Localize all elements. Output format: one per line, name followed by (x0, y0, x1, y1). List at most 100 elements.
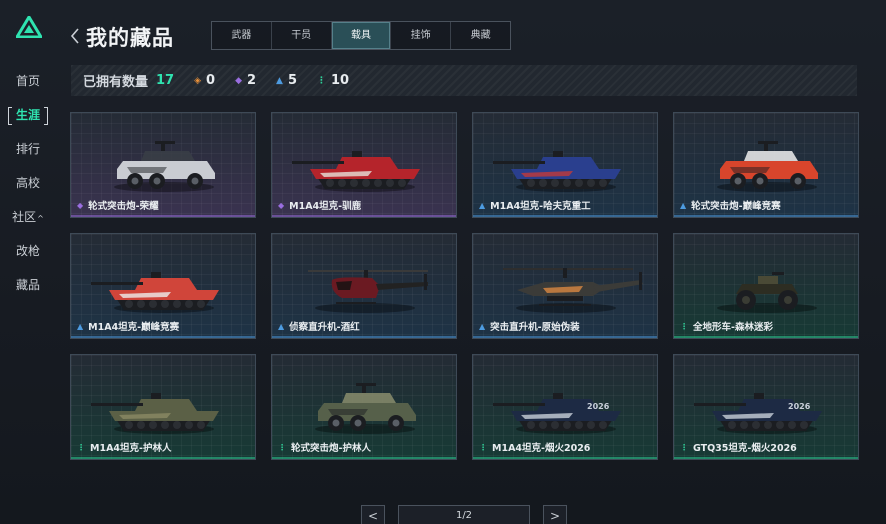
rarity-stripe (272, 457, 456, 459)
wheeled-assault-gun-image (315, 383, 416, 434)
tab-4[interactable]: 典藏 (451, 22, 510, 49)
collection-card[interactable]: ⋮ M1A4坦克-护林人 (70, 354, 256, 460)
card-label: ◆ M1A4坦克-驯鹿 (278, 198, 361, 213)
tank-image: 2026 (694, 393, 822, 434)
collection-card[interactable]: ▲ M1A4坦克-巅峰竞赛 (70, 233, 256, 339)
vehicle-art (114, 141, 215, 192)
vehicle-art: 2026 (493, 393, 621, 434)
sidebar-item-label: 排行 (15, 142, 40, 156)
collection-card[interactable]: ▲ 突击直升机-原始伪装 (472, 233, 658, 339)
rarity-count: ⋮ 10 (317, 73, 349, 88)
rarity-stripe (674, 215, 858, 217)
collection-card[interactable]: ◆ M1A4坦克-驯鹿 (271, 112, 457, 218)
sidebar-item-label: 改枪 (15, 244, 40, 258)
vehicle-art (91, 272, 219, 313)
card-name: M1A4坦克-哈夫克重工 (490, 201, 591, 212)
card-name: GTQ35坦克-烟火2026 (693, 443, 797, 454)
card-label: ◆ 轮式突击炮-荣耀 (77, 198, 159, 213)
rarity-count: ◆ 2 (235, 73, 256, 88)
blue-rank-icon: ▲ (276, 75, 283, 86)
card-name: 轮式突击炮-荣耀 (88, 201, 159, 212)
card-label: ▲ M1A4坦克-巅峰竞赛 (77, 319, 180, 334)
tank-image (292, 151, 420, 192)
card-name: M1A4坦克-烟火2026 (492, 443, 591, 454)
card-label: ⋮ GTQ35坦克-烟火2026 (680, 440, 797, 455)
decal-text: 2026 (587, 402, 610, 411)
blue-rarity-icon: ▲ (77, 321, 84, 331)
rarity-count-value: 2 (247, 73, 257, 88)
tab-0[interactable]: 武器 (212, 22, 272, 49)
green-rarity-icon: ⋮ (77, 442, 85, 452)
card-name: 轮式突击炮-护林人 (291, 443, 371, 454)
purple-rarity-icon: ◆ (77, 200, 84, 210)
atv-image (717, 272, 817, 313)
tab-2[interactable]: 载具 (331, 22, 392, 49)
pagination: < 1/2 > (361, 505, 567, 524)
vehicle-art: 2026 (694, 393, 822, 434)
card-name: M1A4坦克-巅峰竞赛 (88, 322, 180, 333)
green-rank-icon: ⋮ (317, 75, 327, 86)
tab-3[interactable]: 挂饰 (391, 22, 452, 49)
rarity-stripe (272, 215, 456, 217)
back-chevron-icon[interactable] (69, 26, 81, 46)
collection-card[interactable]: ▲ 轮式突击炮-巅峰竞赛 (673, 112, 859, 218)
card-name: 全地形车-森林迷彩 (693, 322, 773, 333)
vehicle-art (315, 383, 416, 434)
card-label: ⋮ 全地形车-森林迷彩 (680, 319, 773, 334)
vehicle-art (717, 141, 818, 192)
vehicle-art (717, 272, 817, 313)
sidebar-item-0[interactable]: 首页 (0, 64, 56, 98)
card-label: ▲ M1A4坦克-哈夫克重工 (479, 198, 591, 213)
scout-helicopter-image (308, 270, 428, 313)
collection-card[interactable]: ▲ 侦察直升机-酒红 (271, 233, 457, 339)
collection-card[interactable]: ⋮ 全地形车-森林迷彩 (673, 233, 859, 339)
collection-card[interactable]: 2026 ⋮ M1A4坦克-烟火2026 (472, 354, 658, 460)
wheeled-assault-gun-image (114, 141, 215, 192)
collection-card[interactable]: ▲ M1A4坦克-哈夫克重工 (472, 112, 658, 218)
card-name: M1A4坦克-护林人 (90, 443, 172, 454)
sidebar-item-4[interactable]: 社区^ (0, 200, 56, 234)
purple-rarity-icon: ◆ (278, 200, 285, 210)
sidebar-item-3[interactable]: 高校 (0, 166, 56, 200)
vehicle-art (91, 393, 219, 434)
page-indicator: 1/2 (398, 505, 530, 524)
green-rarity-icon: ⋮ (680, 321, 688, 331)
vehicle-art (292, 151, 420, 192)
tab-1[interactable]: 干员 (272, 22, 332, 49)
collection-card[interactable]: ◆ 轮式突击炮-荣耀 (70, 112, 256, 218)
rarity-stripe (674, 336, 858, 338)
rarity-stripe (473, 215, 657, 217)
owned-count-total: 17 (156, 73, 175, 88)
next-page-button[interactable]: > (543, 505, 567, 524)
sidebar-item-label: 高校 (15, 176, 40, 190)
rarity-count-value: 5 (287, 73, 298, 88)
owned-count-bar: 已拥有数量 17 ◈ 0 ◆ 2 ▲ 5 ⋮ 10 (71, 65, 857, 96)
tank-image (493, 151, 621, 192)
blue-rarity-icon: ▲ (278, 321, 285, 331)
sidebar-item-label: 社区 (12, 210, 37, 224)
app-logo (16, 16, 42, 38)
sidebar: 首页 生涯排行高校社区^ 改枪藏品 (0, 64, 56, 302)
orange-diamond-icon: ◈ (194, 75, 202, 86)
rarity-stripe (473, 336, 657, 338)
sidebar-item-1[interactable]: 生涯 (0, 98, 56, 132)
tank-image (91, 272, 219, 313)
vehicle-art (493, 151, 621, 192)
card-label: ⋮ M1A4坦克-烟火2026 (479, 440, 591, 455)
rarity-stripe (272, 336, 456, 338)
card-name: 突击直升机-原始伪装 (490, 322, 580, 333)
rarity-stripe (71, 457, 255, 459)
collection-card[interactable]: 2026 ⋮ GTQ35坦克-烟火2026 (673, 354, 859, 460)
sidebar-item-label: 藏品 (15, 278, 40, 292)
collection-card[interactable]: ⋮ 轮式突击炮-护林人 (271, 354, 457, 460)
sidebar-item-2[interactable]: 排行 (0, 132, 56, 166)
prev-page-button[interactable]: < (361, 505, 385, 524)
sidebar-item-5[interactable]: 改枪 (0, 234, 56, 268)
rarity-stripe (674, 457, 858, 459)
category-tabs: 武器 干员 载具 挂饰 典藏 (211, 21, 511, 50)
sidebar-item-6[interactable]: 藏品 (0, 268, 56, 302)
card-name: 侦察直升机-酒红 (289, 322, 360, 333)
attack-helicopter-image (503, 268, 643, 313)
rarity-stripe (473, 457, 657, 459)
chevron-up-icon: ^ (37, 214, 44, 223)
